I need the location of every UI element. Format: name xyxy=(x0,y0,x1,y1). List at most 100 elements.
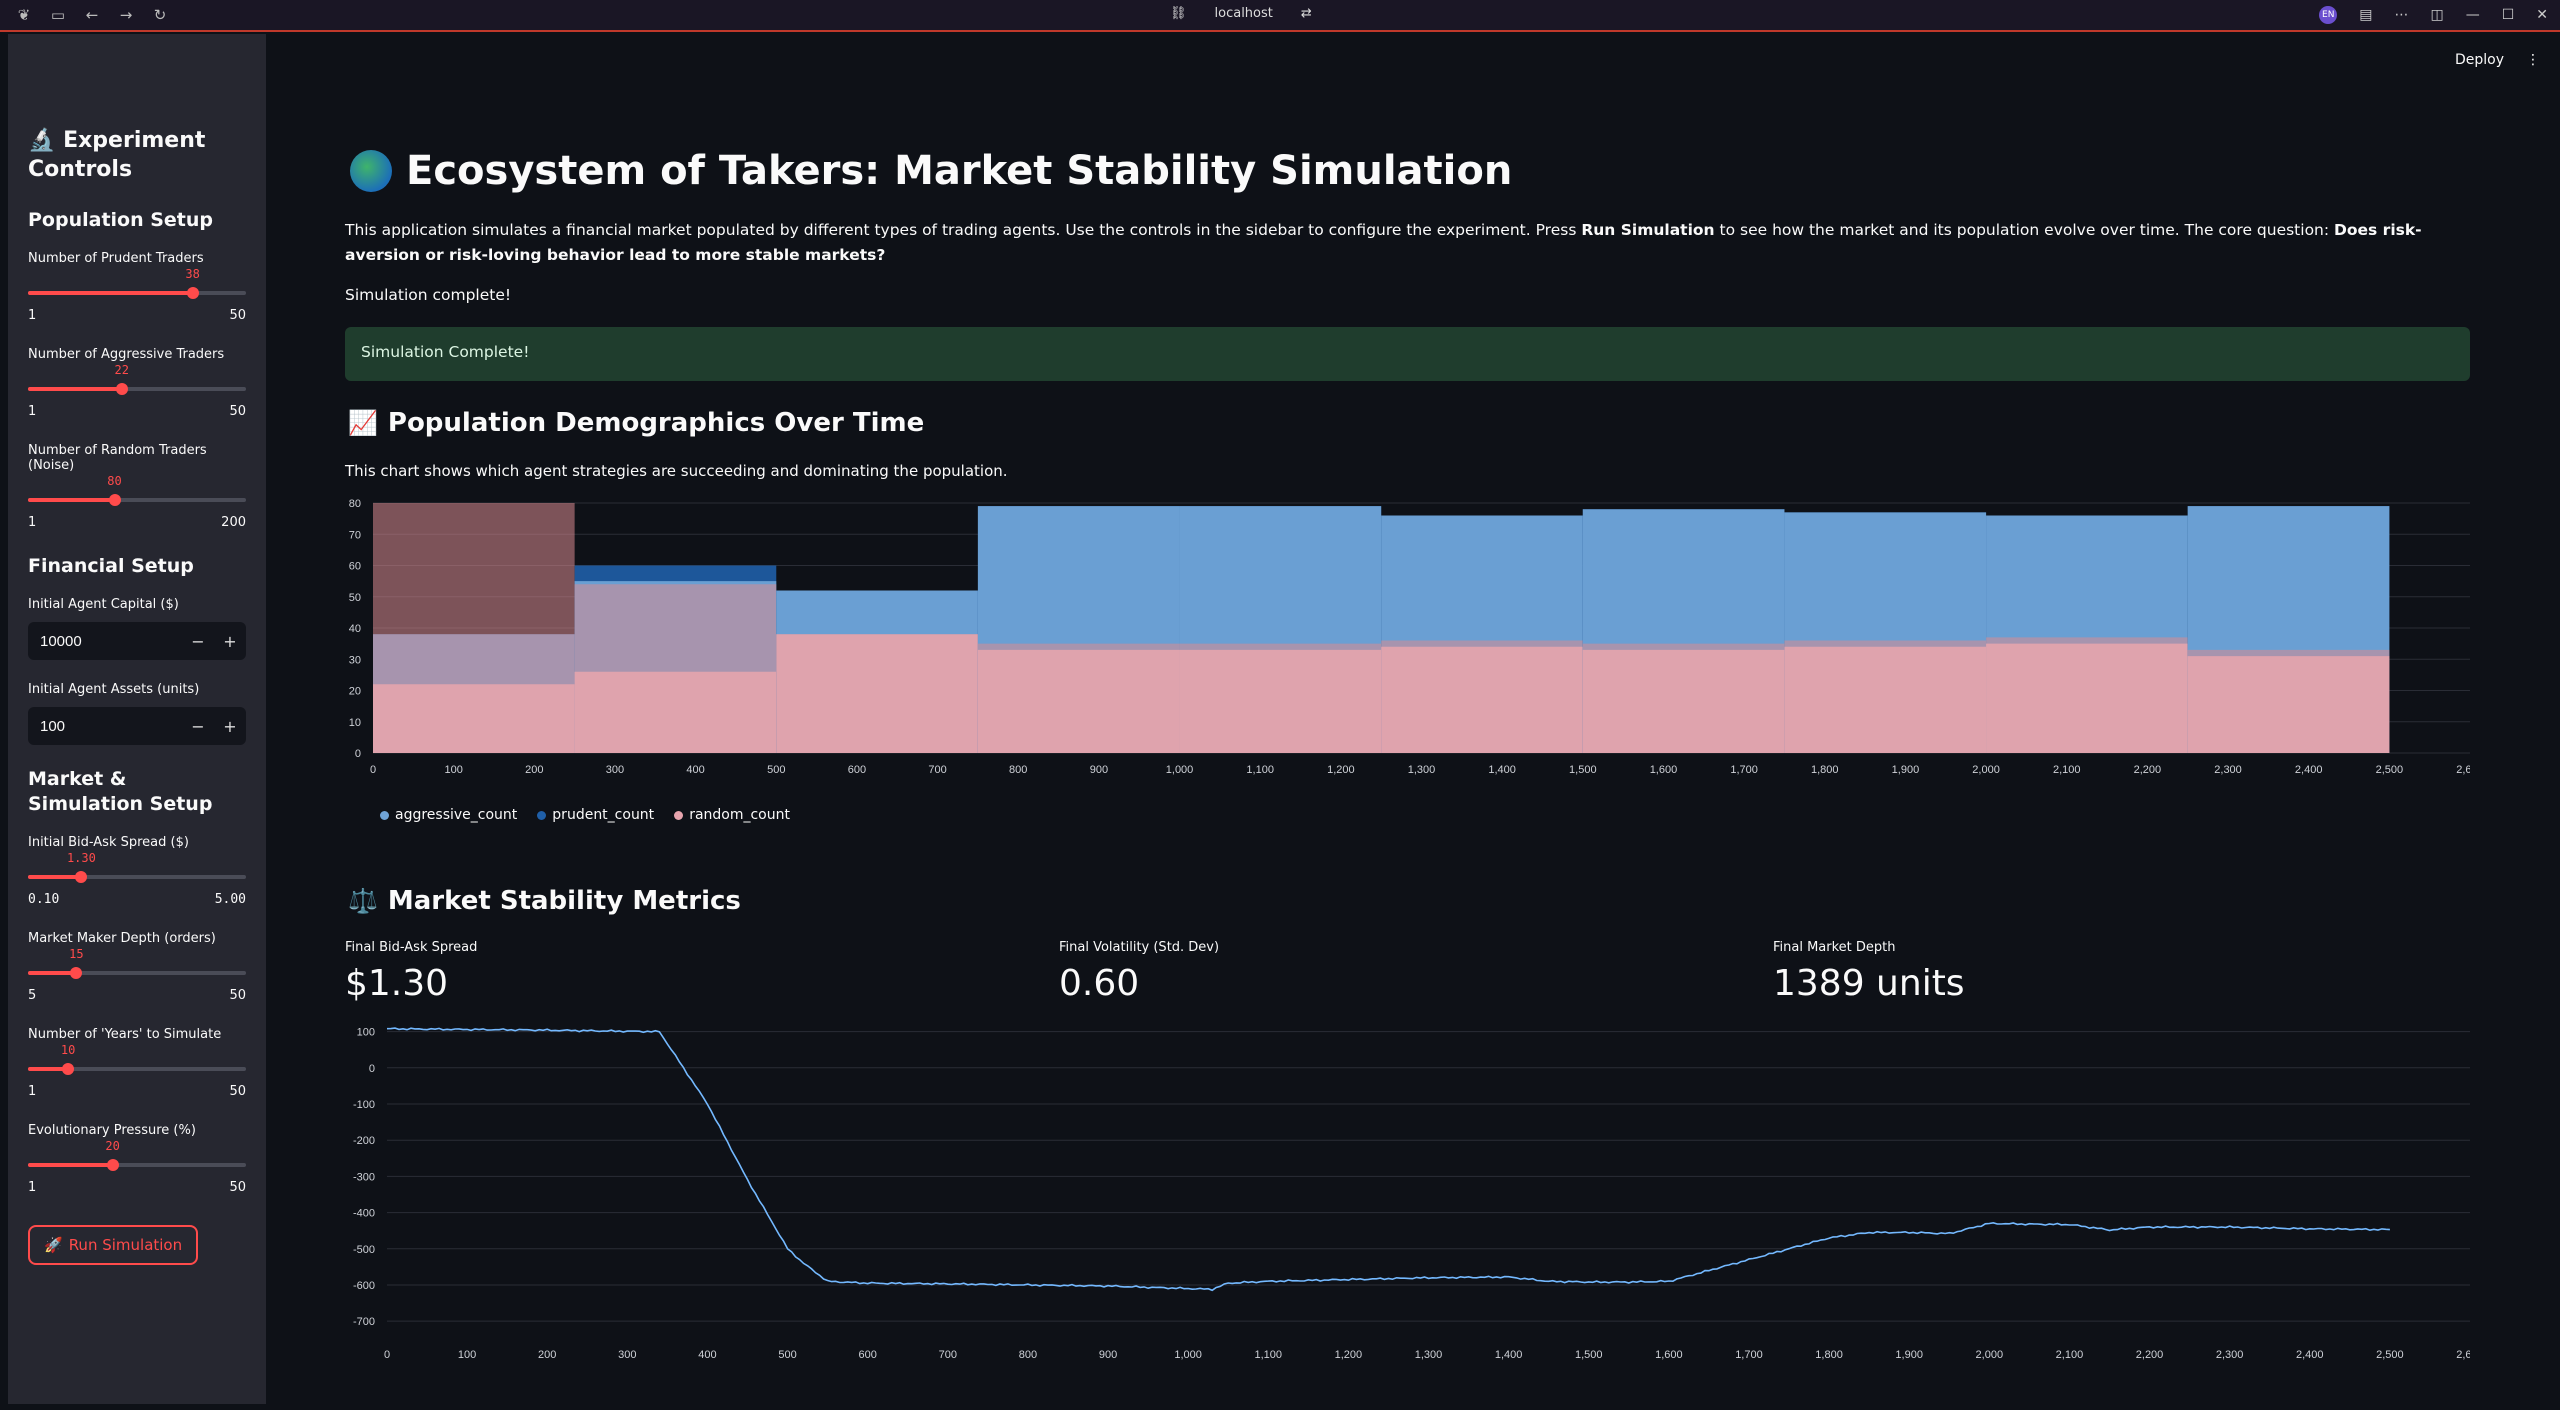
price-line-chart[interactable]: 100 0 -100 -200 -300 -400 -500 -600 -700 0 100 200 3… xyxy=(345,1020,2470,1370)
x-tick-label: 1,600 xyxy=(1650,764,1678,776)
site-settings-icon[interactable]: ⇄ xyxy=(1301,6,1312,21)
slider-value: 1.30 xyxy=(66,851,96,865)
slider-track-area[interactable]: 15 xyxy=(28,947,246,982)
y-tick-label: 50 xyxy=(349,592,361,604)
deploy-button[interactable]: Deploy xyxy=(2455,52,2504,68)
slider-range: 1 50 xyxy=(28,1180,246,1195)
capital-input[interactable] xyxy=(28,632,182,650)
legend-label: aggressive_count xyxy=(395,807,518,823)
random-base-area-segment xyxy=(2187,656,2390,753)
slider-range: 1 200 xyxy=(28,515,246,530)
chart-increasing-icon: 📈 xyxy=(348,409,378,437)
random-base-area-segment xyxy=(574,671,777,753)
y-tick-label: 100 xyxy=(357,1027,375,1039)
slider-range: 0.10 5.00 xyxy=(28,892,246,907)
x-tick-label: 2,400 xyxy=(2296,1349,2324,1361)
capital-decrement-button[interactable]: − xyxy=(182,632,214,651)
split-view-icon[interactable]: ◫ xyxy=(2430,7,2443,23)
back-icon[interactable]: ← xyxy=(82,5,102,25)
assets-increment-button[interactable]: + xyxy=(214,717,246,736)
x-tick-label: 1,500 xyxy=(1575,1349,1603,1361)
slider-fill xyxy=(28,1163,113,1167)
legend-item[interactable]: random_count xyxy=(674,807,790,823)
x-tick-label: 2,100 xyxy=(2053,764,2081,776)
slider-value: 20 xyxy=(105,1139,120,1153)
slider-range: 1 50 xyxy=(28,1084,246,1099)
browser-logo-icon[interactable]: ❦ xyxy=(14,5,34,25)
link-icon[interactable]: ⛓ xyxy=(1170,6,1187,21)
capital-increment-button[interactable]: + xyxy=(214,632,246,651)
assets-decrement-button[interactable]: − xyxy=(182,717,214,736)
x-tick-label: 1,700 xyxy=(1735,1349,1763,1361)
extension-icon[interactable]: ▤ xyxy=(2359,7,2372,23)
slider-track-area[interactable]: 80 xyxy=(28,474,246,509)
legend-label: random_count xyxy=(689,807,790,823)
url-text[interactable]: localhost xyxy=(1215,6,1273,21)
reload-icon[interactable]: ↻ xyxy=(150,5,170,25)
slider-value: 38 xyxy=(185,267,200,281)
slider-track-area[interactable]: 1.30 xyxy=(28,851,246,886)
address-bar[interactable]: ⛓ localhost ⇄ xyxy=(1170,6,1312,21)
slider-track-area[interactable]: 38 xyxy=(28,267,246,302)
intro-paragraph: This application simulates a financial m… xyxy=(345,218,2465,268)
population-area-chart[interactable]: 010203040506070800 100 200 300 400 500 600 700 8… xyxy=(345,495,2470,787)
slider-thumb[interactable] xyxy=(75,871,88,883)
sidebar-toggle-icon[interactable]: ▭ xyxy=(48,5,68,25)
x-tick-label: 2,100 xyxy=(2056,1349,2084,1361)
slider-max: 5.00 xyxy=(214,892,246,907)
run-simulation-button[interactable]: 🚀 Run Simulation xyxy=(28,1225,199,1265)
x-tick-label: 700 xyxy=(939,1349,957,1361)
financial-heading: Financial Setup xyxy=(28,555,194,577)
slider-max: 50 xyxy=(229,1084,246,1099)
slider-thumb[interactable] xyxy=(106,1159,119,1171)
assets-input[interactable] xyxy=(28,717,182,735)
x-tick-label: 200 xyxy=(538,1349,556,1361)
slider-min: 0.10 xyxy=(28,892,60,907)
close-icon[interactable]: ✕ xyxy=(2536,7,2548,23)
intro-text-2: to see how the market and its population… xyxy=(1714,221,2335,239)
random-base-area-segment xyxy=(1381,646,1583,753)
x-tick-label: 2,200 xyxy=(2134,764,2162,776)
slider-thumb[interactable] xyxy=(70,967,83,979)
x-tick-label: 1,400 xyxy=(1495,1349,1523,1361)
minimize-icon[interactable]: — xyxy=(2466,7,2480,23)
slider-thumb[interactable] xyxy=(108,494,121,506)
slider-fill xyxy=(28,971,77,975)
market-heading: Market & Simulation Setup xyxy=(28,768,213,815)
maximize-icon[interactable]: ☐ xyxy=(2502,7,2515,23)
x-tick-label: 2,000 xyxy=(1972,764,2000,776)
slider-max: 50 xyxy=(229,1180,246,1195)
x-tick-label: 2,500 xyxy=(2376,764,2404,776)
y-tick-label: -700 xyxy=(353,1316,375,1328)
slider-value: 15 xyxy=(69,947,84,961)
slider-min: 1 xyxy=(28,515,37,530)
main-menu-icon[interactable]: ⋮ xyxy=(2526,52,2540,68)
slider-fill xyxy=(28,498,115,502)
x-tick-label: 300 xyxy=(618,1349,636,1361)
x-tick-label: 1,400 xyxy=(1488,764,1516,776)
metric-volatility-value: 0.60 xyxy=(1059,963,1140,1004)
slider-track-area[interactable]: 20 xyxy=(28,1139,246,1174)
x-tick-label: 1,500 xyxy=(1569,764,1597,776)
profile-badge[interactable]: EN xyxy=(2319,6,2338,24)
sidebar-title: 🔬 Experiment Controls xyxy=(28,126,246,184)
x-tick-label: 1,300 xyxy=(1415,1349,1443,1361)
slider-track-area[interactable]: 10 xyxy=(28,1043,246,1078)
demographics-caption: This chart shows which agent strategies … xyxy=(345,462,1008,480)
forward-icon[interactable]: → xyxy=(116,5,136,25)
slider-track-area[interactable]: 22 xyxy=(28,363,246,398)
x-tick-label: 1,000 xyxy=(1166,764,1194,776)
slider-label: Number of Aggressive Traders xyxy=(28,347,225,362)
slider-thumb[interactable] xyxy=(62,1063,75,1075)
more-icon[interactable]: ⋯ xyxy=(2394,7,2408,23)
legend-label: prudent_count xyxy=(552,807,655,823)
app-header-actions: Deploy ⋮ xyxy=(2455,52,2540,68)
legend-item[interactable]: aggressive_count xyxy=(380,807,517,823)
slider-thumb[interactable] xyxy=(186,287,199,299)
y-tick-label: 60 xyxy=(349,561,361,573)
legend-item[interactable]: prudent_count xyxy=(537,807,654,823)
slider-max: 50 xyxy=(229,988,246,1003)
slider-thumb[interactable] xyxy=(115,383,128,395)
x-tick-label: 2,600 xyxy=(2456,1349,2470,1361)
assets-field: Initial Agent Assets (units) − + xyxy=(28,682,246,745)
